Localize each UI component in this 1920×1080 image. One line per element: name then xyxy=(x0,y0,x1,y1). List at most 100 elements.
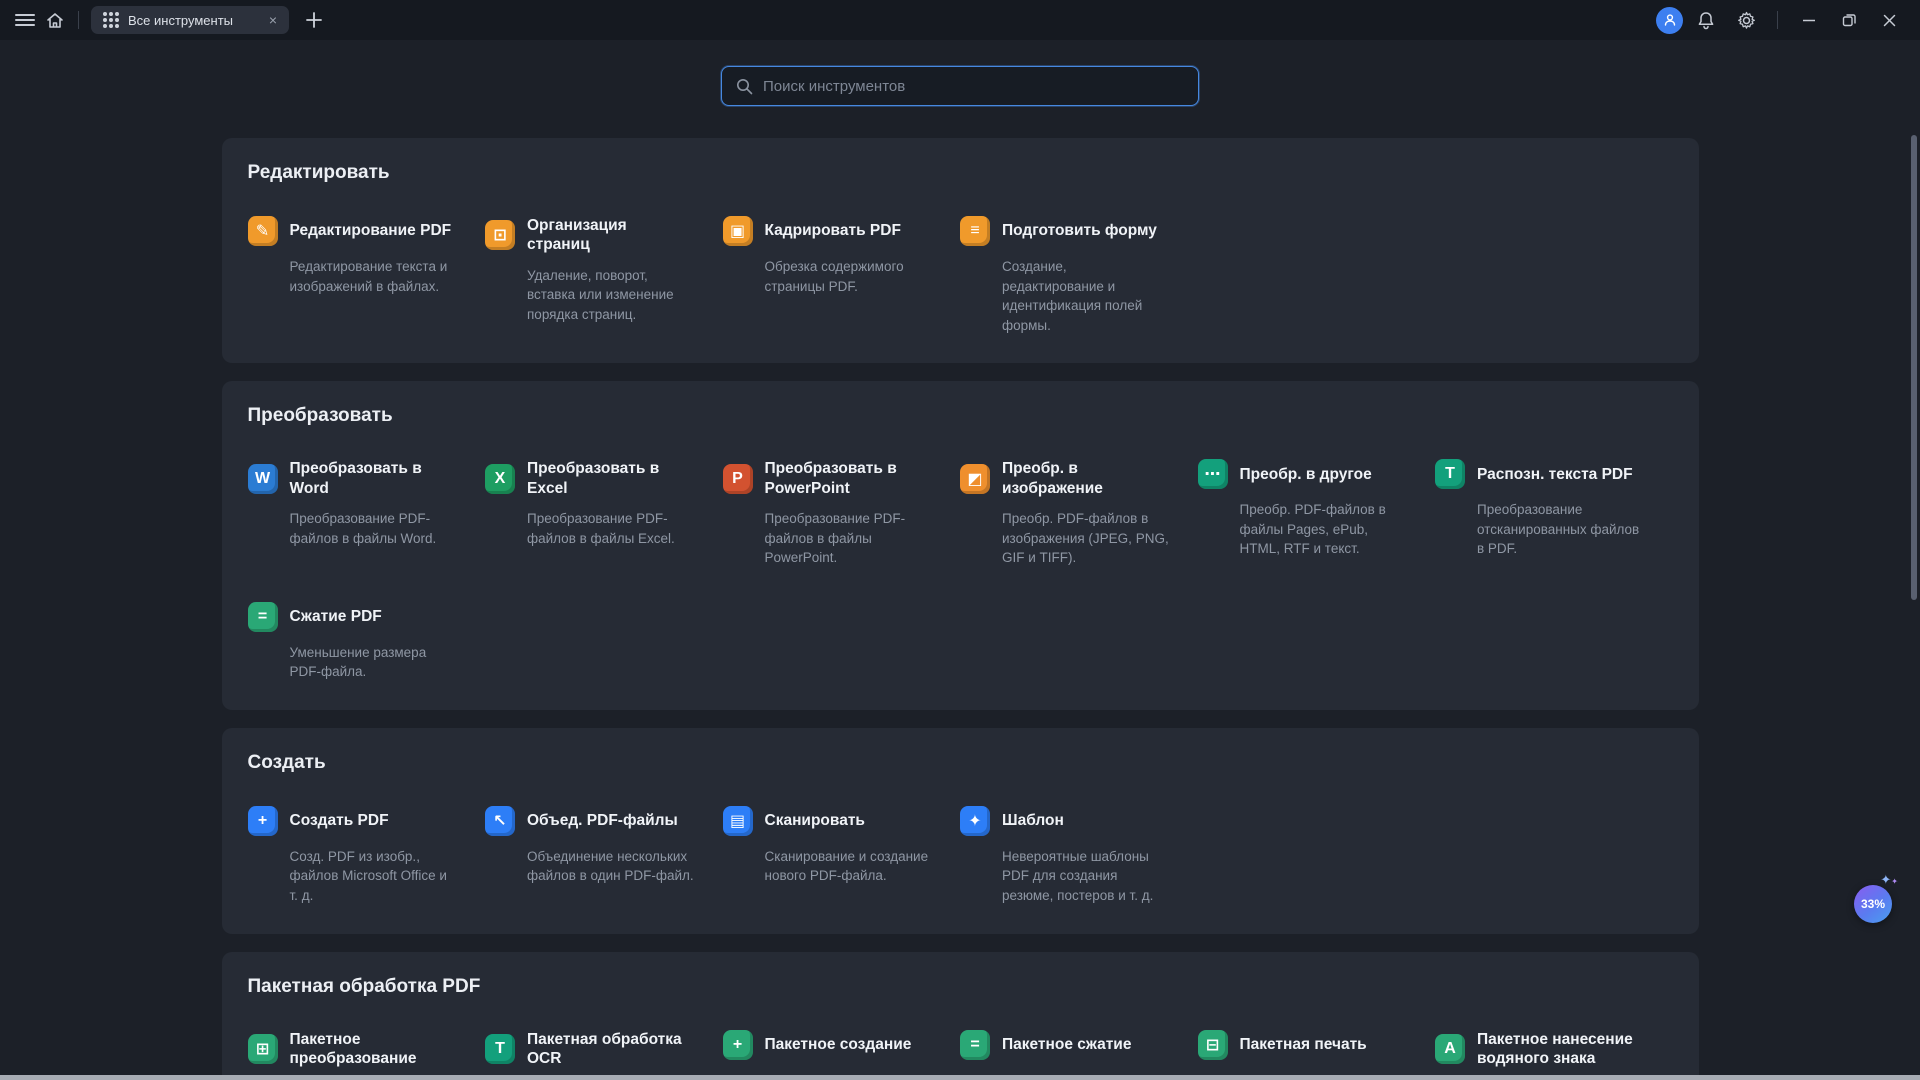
person-icon xyxy=(1663,13,1677,27)
tool-card[interactable]: XПреобразовать в ExcelПреобразование PDF… xyxy=(485,459,691,567)
tool-title: Преобразовать в PowerPoint xyxy=(765,459,929,498)
home-icon xyxy=(46,12,64,29)
tool-title: Сканировать xyxy=(765,811,865,830)
tool-card[interactable]: PПреобразовать в PowerPointПреобразовани… xyxy=(723,459,929,567)
window-controls-divider xyxy=(1777,11,1778,29)
organize-pages-icon: ⊡ xyxy=(485,220,515,250)
restore-button[interactable] xyxy=(1832,5,1866,35)
new-tab-button[interactable] xyxy=(299,5,329,35)
tab-close-icon[interactable]: × xyxy=(267,11,279,29)
batch-compress-icon: = xyxy=(960,1030,990,1060)
tool-title: Преобр. в другое xyxy=(1240,465,1372,484)
toolbar-divider xyxy=(78,11,79,29)
tool-title: Организация страниц xyxy=(527,216,691,255)
minimize-icon xyxy=(1802,13,1816,27)
tool-card[interactable]: ◩Преобр. в изображениеПреобр. PDF-файлов… xyxy=(960,459,1166,567)
tool-sections: Редактировать✎Редактирование PDFРедактир… xyxy=(222,138,1699,1080)
settings-button[interactable] xyxy=(1729,5,1763,35)
batch-convert-icon: ⊞ xyxy=(248,1034,278,1064)
tool-card[interactable]: WПреобразовать в WordПреобразование PDF-… xyxy=(248,459,454,567)
tool-description: Удаление, поворот, вставка или изменение… xyxy=(527,266,695,325)
tool-card[interactable]: ⊞Пакетное преобразованиеПакетная конверт… xyxy=(248,1030,454,1080)
tool-card[interactable]: +Создать PDFСозд. PDF из изобр., файлов … xyxy=(248,806,454,906)
search-icon xyxy=(736,78,753,95)
tool-card[interactable]: ⊡Организация страницУдаление, поворот, в… xyxy=(485,216,691,335)
section-title: Создать xyxy=(248,752,1673,774)
account-avatar[interactable] xyxy=(1656,7,1683,34)
tool-description: Преобразование отсканированных файлов в … xyxy=(1477,500,1645,559)
plus-icon xyxy=(306,12,322,28)
search-area xyxy=(0,40,1920,138)
tool-card[interactable]: ↖Объед. PDF-файлыОбъединение нескольких … xyxy=(485,806,691,906)
tool-title: Создать PDF xyxy=(290,811,389,830)
convert-other-icon: ⋯ xyxy=(1198,459,1228,489)
tool-card[interactable]: =Пакетное сжатиеПакетное уменьшение разм… xyxy=(960,1030,1166,1080)
ai-assistant-badge[interactable]: 33% xyxy=(1854,885,1892,923)
tool-card[interactable]: ✎Редактирование PDFРедактирование текста… xyxy=(248,216,454,335)
search-input[interactable] xyxy=(763,78,1184,95)
tool-description: Созд. PDF из изобр., файлов Microsoft Of… xyxy=(290,847,458,906)
tool-description: Редактирование текста и изображений в фа… xyxy=(290,257,458,296)
batch-watermark-icon: A xyxy=(1435,1034,1465,1064)
tool-title: Редактирование PDF xyxy=(290,221,452,240)
tool-title: Распозн. текста PDF xyxy=(1477,465,1633,484)
hamburger-menu-button[interactable] xyxy=(10,5,40,35)
template-icon: ✦ xyxy=(960,806,990,836)
tool-title: Пакетная печать xyxy=(1240,1035,1367,1054)
bottom-edge-strip xyxy=(0,1075,1920,1080)
prepare-form-icon: ≡ xyxy=(960,216,990,246)
edit-pdf-icon: ✎ xyxy=(248,216,278,246)
create-pdf-icon: + xyxy=(248,806,278,836)
tool-card[interactable]: ⋯Преобр. в другоеПреобр. PDF-файлов в фа… xyxy=(1198,459,1404,567)
tool-title: Кадрировать PDF xyxy=(765,221,901,240)
restore-icon xyxy=(1842,13,1856,27)
tool-description: Преобразование PDF-файлов в файлы Word. xyxy=(290,509,458,548)
search-box[interactable] xyxy=(721,66,1199,106)
tool-title: Подготовить форму xyxy=(1002,221,1157,240)
tab-label: Все инструменты xyxy=(128,13,258,28)
title-bar: Все инструменты × xyxy=(0,0,1920,40)
section-title: Пакетная обработка PDF xyxy=(248,976,1673,998)
tool-card[interactable]: AПакетное нанесение водяного знакаПакетн… xyxy=(1435,1030,1641,1080)
section-panel: Преобразовать WПреобразовать в WordПреобр… xyxy=(222,381,1699,710)
tool-title: Пакетное преобразование xyxy=(290,1030,454,1069)
minimize-button[interactable] xyxy=(1792,5,1826,35)
notifications-button[interactable] xyxy=(1689,5,1723,35)
tool-description: Объединение нескольких файлов в один PDF… xyxy=(527,847,695,886)
tool-card[interactable]: +Пакетное созданиеПакетное создание PDF … xyxy=(723,1030,929,1080)
tool-description: Преобразование PDF-файлов в файлы Excel. xyxy=(527,509,695,548)
tool-card[interactable]: ✦ШаблонНевероятные шаблоны PDF для созда… xyxy=(960,806,1166,906)
all-tools-grid-icon xyxy=(103,12,119,28)
convert-powerpoint-icon: P xyxy=(723,464,753,494)
tool-card[interactable]: TПакетная обработка OCRПакетное преобраз… xyxy=(485,1030,691,1080)
convert-image-icon: ◩ xyxy=(960,464,990,494)
tool-card[interactable]: =Сжатие PDFУменьшение размера PDF-файла. xyxy=(248,602,454,682)
tool-description: Создание, редактирование и идентификация… xyxy=(1002,257,1170,335)
ai-sparkle-icon: ✦✦ xyxy=(1880,872,1898,888)
tool-description: Невероятные шаблоны PDF для создания рез… xyxy=(1002,847,1170,906)
tool-title: Пакетное нанесение водяного знака xyxy=(1477,1030,1641,1069)
tool-card[interactable]: ⊟Пакетная печатьПакетная печать PDF-файл… xyxy=(1198,1030,1404,1080)
section-panel: Пакетная обработка PDF ⊞ Пакетное преобраз… xyxy=(222,952,1699,1080)
batch-ocr-icon: T xyxy=(485,1034,515,1064)
ai-progress-label: 33% xyxy=(1861,897,1885,911)
section-panel: Редактировать✎Редактирование PDFРедактир… xyxy=(222,138,1699,363)
tab-all-tools[interactable]: Все инструменты × xyxy=(91,6,289,34)
tool-card[interactable]: ▣Кадрировать PDFОбрезка содержимого стра… xyxy=(723,216,929,335)
close-window-button[interactable] xyxy=(1872,5,1906,35)
convert-excel-icon: X xyxy=(485,464,515,494)
tool-description: Уменьшение размера PDF-файла. xyxy=(290,643,458,682)
tool-title: Пакетное создание xyxy=(765,1035,912,1054)
tool-title: Пакетная обработка OCR xyxy=(527,1030,691,1069)
tool-title: Объед. PDF-файлы xyxy=(527,811,678,830)
compress-pdf-icon: = xyxy=(248,602,278,632)
gear-icon xyxy=(1737,11,1756,30)
hamburger-icon xyxy=(15,13,35,27)
section-title: Преобразовать xyxy=(248,405,1673,427)
vertical-scrollbar-thumb[interactable] xyxy=(1911,135,1917,600)
tool-card[interactable]: ▤СканироватьСканирование и создание ново… xyxy=(723,806,929,906)
tool-card[interactable]: TРаспозн. текста PDFПреобразование отска… xyxy=(1435,459,1641,567)
home-button[interactable] xyxy=(40,5,70,35)
tool-card[interactable]: ≡Подготовить формуСоздание, редактирован… xyxy=(960,216,1166,335)
tool-title: Преобразовать в Word xyxy=(290,459,454,498)
